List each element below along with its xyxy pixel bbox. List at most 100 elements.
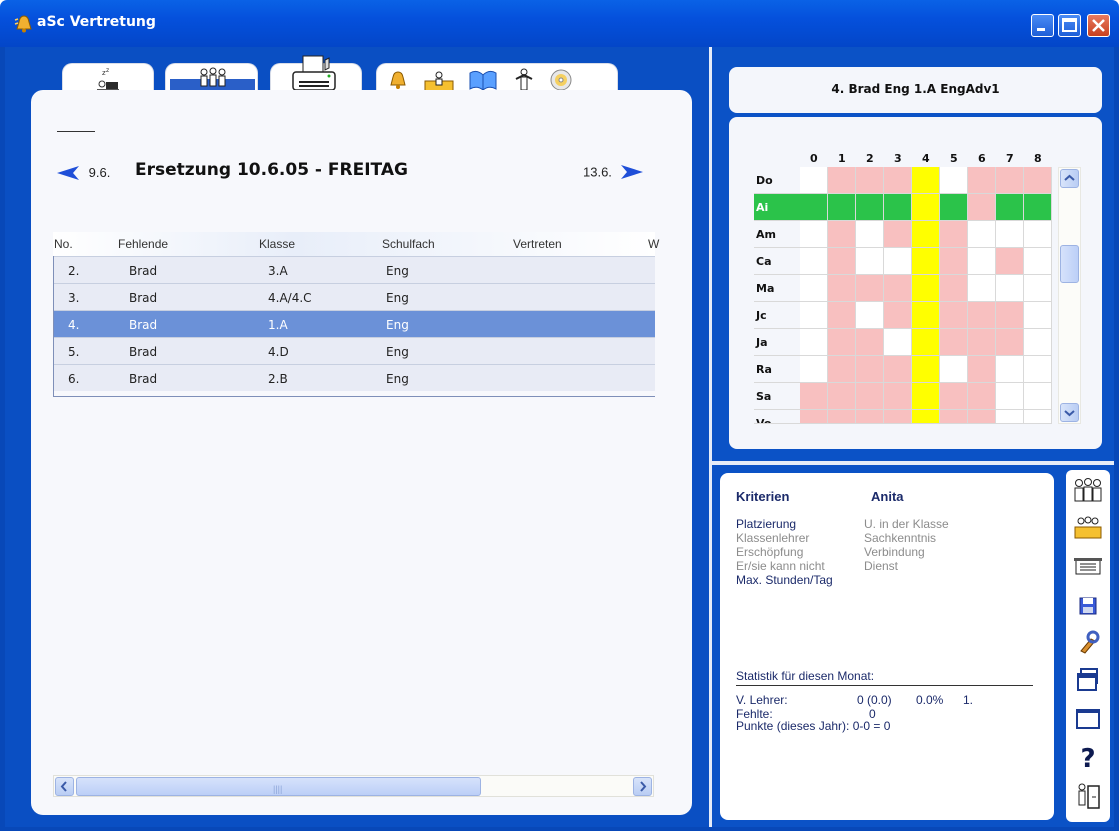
schedule-cell[interactable] xyxy=(856,383,884,410)
schedule-cell[interactable] xyxy=(884,410,912,424)
schedule-cell[interactable] xyxy=(1024,329,1052,356)
schedule-cell[interactable] xyxy=(828,221,856,248)
criterion-connection[interactable]: Verbindung xyxy=(864,545,925,559)
schedule-cell[interactable] xyxy=(884,194,912,221)
schedule-cell[interactable] xyxy=(856,167,884,194)
schedule-cell[interactable] xyxy=(968,302,996,329)
col-header-no[interactable]: No. xyxy=(54,237,73,251)
next-day-link[interactable]: 13.6. xyxy=(583,164,644,179)
schedule-cell[interactable] xyxy=(940,248,968,275)
schedule-cell[interactable] xyxy=(968,383,996,410)
schedule-cell[interactable] xyxy=(996,221,1024,248)
criterion-exhaustion[interactable]: Erschöpfung xyxy=(736,545,803,559)
schedule-cell[interactable] xyxy=(996,167,1024,194)
schedule-cell[interactable] xyxy=(800,410,828,424)
schedule-cell[interactable] xyxy=(856,194,884,221)
schedule-cell[interactable] xyxy=(800,194,828,221)
schedule-cell[interactable] xyxy=(996,356,1024,383)
col-header-absent[interactable]: Fehlende xyxy=(118,237,168,251)
schedule-cell[interactable] xyxy=(912,221,940,248)
criterion-duty[interactable]: Dienst xyxy=(864,559,898,573)
schedule-cell[interactable] xyxy=(940,410,968,424)
col-header-w[interactable]: W xyxy=(648,237,659,251)
schedule-cell[interactable] xyxy=(940,302,968,329)
close-button[interactable] xyxy=(1087,14,1110,37)
schedule-cell[interactable] xyxy=(940,383,968,410)
vertical-splitter[interactable] xyxy=(709,47,712,827)
teacher-row-label[interactable]: Ma xyxy=(754,275,800,302)
schedule-cell[interactable] xyxy=(1024,248,1052,275)
schedule-cell[interactable] xyxy=(968,194,996,221)
schedule-cell[interactable] xyxy=(884,383,912,410)
schedule-cell[interactable] xyxy=(1024,194,1052,221)
schedule-cell[interactable] xyxy=(912,302,940,329)
schedule-cell[interactable] xyxy=(968,167,996,194)
schedule-cell[interactable] xyxy=(1024,302,1052,329)
schedule-cell[interactable] xyxy=(828,356,856,383)
schedule-cell[interactable] xyxy=(912,275,940,302)
table-row[interactable]: 6. Brad 2.B Eng xyxy=(53,364,655,391)
col-header-class[interactable]: Klasse xyxy=(259,237,295,251)
table-row[interactable]: 5. Brad 4.D Eng xyxy=(53,337,655,364)
scroll-left-button[interactable] xyxy=(55,777,74,796)
schedule-cell[interactable] xyxy=(828,383,856,410)
window-icon[interactable] xyxy=(1071,703,1105,735)
teacher-row-label[interactable]: Ra xyxy=(754,356,800,383)
schedule-cell[interactable] xyxy=(828,410,856,424)
scroll-down-button[interactable] xyxy=(1060,403,1079,422)
save-icon[interactable] xyxy=(1071,590,1105,622)
classrooms-icon[interactable] xyxy=(1071,550,1105,582)
scroll-up-button[interactable] xyxy=(1060,169,1079,188)
table-row[interactable]: 2. Brad 3.A Eng xyxy=(53,256,655,283)
schedule-cell[interactable] xyxy=(828,275,856,302)
schedule-cell[interactable] xyxy=(968,248,996,275)
schedule-cell[interactable] xyxy=(996,383,1024,410)
schedule-cell[interactable] xyxy=(912,356,940,383)
criterion-placement[interactable]: Platzierung xyxy=(736,517,796,531)
minimize-button[interactable] xyxy=(1031,14,1054,37)
schedule-cell[interactable] xyxy=(856,248,884,275)
criterion-max-hours[interactable]: Max. Stunden/Tag xyxy=(736,573,833,587)
schedule-cell[interactable] xyxy=(828,302,856,329)
criterion-expertise[interactable]: Sachkenntnis xyxy=(864,531,936,545)
teacher-row-label[interactable]: Vo xyxy=(754,410,800,424)
schedule-cell[interactable] xyxy=(996,194,1024,221)
schedule-cell[interactable] xyxy=(800,329,828,356)
grid-scroll-thumb[interactable] xyxy=(1060,245,1079,283)
schedule-cell[interactable] xyxy=(940,221,968,248)
schedule-cell[interactable] xyxy=(1024,275,1052,302)
schedule-cell[interactable] xyxy=(996,410,1024,424)
schedule-cell[interactable] xyxy=(1024,167,1052,194)
schedule-cell[interactable] xyxy=(912,194,940,221)
schedule-cell[interactable] xyxy=(884,329,912,356)
schedule-cell[interactable] xyxy=(996,248,1024,275)
schedule-cell[interactable] xyxy=(856,302,884,329)
criterion-cannot[interactable]: Er/sie kann nicht xyxy=(736,559,825,573)
teachers-icon[interactable] xyxy=(1071,476,1105,508)
teacher-row-label[interactable]: Am xyxy=(754,221,800,248)
schedule-cell[interactable] xyxy=(884,221,912,248)
schedule-cell[interactable] xyxy=(968,329,996,356)
schedule-cell[interactable] xyxy=(856,410,884,424)
grid-vertical-scrollbar[interactable] xyxy=(1058,167,1081,424)
schedule-cell[interactable] xyxy=(968,221,996,248)
schedule-cell[interactable] xyxy=(940,275,968,302)
schedule-cell[interactable] xyxy=(800,356,828,383)
schedule-cell[interactable] xyxy=(856,329,884,356)
schedule-cell[interactable] xyxy=(968,275,996,302)
horizontal-splitter[interactable] xyxy=(712,461,1114,465)
schedule-cell[interactable] xyxy=(884,248,912,275)
schedule-cell[interactable] xyxy=(968,410,996,424)
table-horizontal-scrollbar[interactable]: |||| xyxy=(53,775,654,797)
schedule-cell[interactable] xyxy=(800,275,828,302)
schedule-cell[interactable] xyxy=(940,194,968,221)
schedule-cell[interactable] xyxy=(884,167,912,194)
schedule-cell[interactable] xyxy=(884,302,912,329)
table-row[interactable]: 4. Brad 1.A Eng xyxy=(53,310,655,337)
schedule-cell[interactable] xyxy=(856,221,884,248)
teacher-row-label[interactable]: Jc xyxy=(754,302,800,329)
schedule-cell[interactable] xyxy=(856,356,884,383)
schedule-cell[interactable] xyxy=(828,194,856,221)
prev-day-link[interactable]: 9.6. xyxy=(57,164,110,180)
table-row[interactable]: 3. Brad 4.A/4.C Eng xyxy=(53,283,655,310)
